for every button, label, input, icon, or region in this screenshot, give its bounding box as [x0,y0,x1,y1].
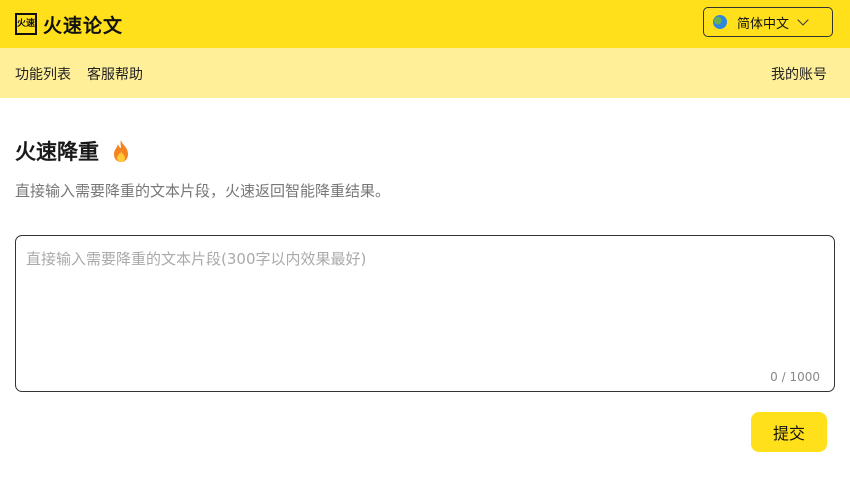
page-description: 直接输入需要降重的文本片段，火速返回智能降重结果。 [15,182,391,200]
page-title-row: 火速降重 [15,136,131,166]
nav-account[interactable]: 我的账号 [771,64,827,84]
submit-button[interactable]: 提交 [751,412,827,452]
fire-icon [111,139,131,163]
text-input[interactable] [26,248,822,348]
logo[interactable]: 火速 火速论文 [15,10,123,38]
top-bar: 火速 火速论文 简体中文 [0,0,850,48]
chevron-down-icon [797,14,809,26]
language-label: 简体中文 [737,16,790,32]
logo-mark: 火速 [15,13,37,35]
text-input-box: 0 / 1000 [15,235,835,392]
globe-icon [713,15,727,29]
language-selector[interactable]: 简体中文 [703,7,833,37]
sub-nav-bar: 功能列表 客服帮助 我的账号 [0,48,850,98]
nav-support[interactable]: 客服帮助 [87,64,143,84]
logo-text: 火速论文 [43,14,124,37]
character-counter: 0 / 1000 [770,370,820,384]
page-title: 火速降重 [15,140,99,164]
nav-features[interactable]: 功能列表 [15,64,71,84]
